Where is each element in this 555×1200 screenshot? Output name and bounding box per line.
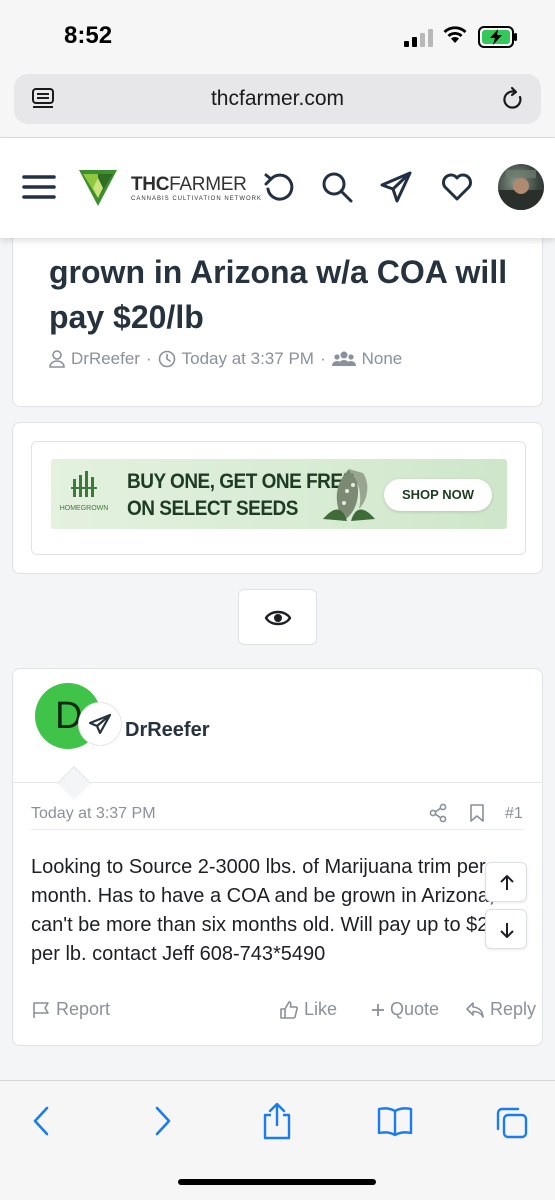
user-avatar[interactable] [498, 164, 544, 210]
meta-separator: · [319, 349, 326, 368]
user-icon [49, 350, 65, 368]
quote-button[interactable]: Quote [371, 999, 439, 1020]
home-indicator [178, 1179, 376, 1185]
cannabis-bud-image [323, 469, 375, 521]
bookmark-icon[interactable] [469, 803, 485, 823]
ad-brand: HOMEGROWN [59, 505, 109, 512]
whats-new-icon[interactable] [262, 170, 296, 204]
ad-card: HOMEGROWN BUY ONE, GET ONE FREE ON SELEC… [12, 422, 543, 574]
thread-date[interactable]: Today at 3:37 PM [182, 349, 314, 369]
wifi-icon [443, 26, 467, 43]
avatar-letter: D [55, 695, 83, 737]
post-body: Looking to Source 2-3000 lbs. of Marijua… [31, 856, 500, 965]
browser-address-area: thcfarmer.com [0, 60, 555, 138]
scroll-up-button[interactable] [485, 862, 527, 902]
post-card: D DrReefer Today at 3:37 PM #1 Looking t… [12, 668, 543, 1046]
reload-icon[interactable] [499, 85, 527, 113]
like-label: Like [304, 999, 338, 1019]
thread-title: grown in Arizona w/a COA will pay $20/lb [49, 254, 508, 335]
post-divider [31, 829, 524, 830]
flag-icon [33, 1001, 49, 1018]
toggle-view-button[interactable] [238, 589, 317, 645]
post-actions: Report Like Quote Reply [31, 999, 536, 1029]
bookmarks-book-icon[interactable] [376, 1105, 414, 1137]
share-sheet-icon[interactable] [260, 1101, 294, 1141]
search-icon[interactable] [320, 170, 354, 204]
homegrown-logo-icon [71, 471, 97, 497]
url-text[interactable]: thcfarmer.com [14, 87, 541, 111]
logo-tagline: CANNABIS CULTIVATION NETWORK [131, 196, 263, 202]
logo-wordmark[interactable]: THCFARMER [131, 174, 247, 196]
quote-label: Quote [390, 999, 440, 1019]
scroll-down-button[interactable] [485, 909, 527, 949]
eye-icon [264, 610, 292, 626]
thread-author[interactable]: DrReefer [71, 349, 140, 369]
like-button[interactable]: Like [279, 999, 337, 1020]
arrow-down-icon [500, 923, 514, 938]
shop-now-button[interactable]: SHOP NOW [384, 479, 492, 511]
report-button[interactable]: Report [31, 999, 110, 1020]
plus-icon [372, 1003, 384, 1016]
avatar-badge [79, 703, 121, 745]
post-date[interactable]: Today at 3:37 PM [31, 805, 156, 823]
thcfarmer-logo-icon[interactable] [79, 168, 117, 208]
reply-button[interactable]: Reply [465, 999, 536, 1020]
arrow-up-icon [500, 875, 514, 890]
cellular-signal-icon [404, 29, 433, 47]
ad-banner[interactable]: HOMEGROWN BUY ONE, GET ONE FREE ON SELEC… [51, 459, 507, 529]
menu-icon[interactable] [22, 173, 56, 201]
post-user-header: D DrReefer [13, 669, 542, 783]
back-icon[interactable] [30, 1105, 54, 1137]
reply-label: Reply [490, 999, 537, 1019]
clock-icon [158, 350, 175, 368]
address-bar[interactable]: thcfarmer.com [14, 74, 541, 124]
thumbs-up-icon [280, 1000, 298, 1019]
share-icon[interactable] [429, 803, 447, 823]
paper-plane-icon [88, 713, 112, 735]
alerts-heart-icon[interactable] [440, 170, 474, 204]
thread-participants: None [361, 349, 403, 368]
report-label: Report [56, 999, 111, 1019]
post-author[interactable]: DrReefer [125, 719, 209, 742]
status-time: 8:52 [64, 22, 113, 49]
participants-icon [331, 351, 356, 366]
thread-meta: DrReefer · Today at 3:37 PM · None [49, 349, 402, 369]
reply-icon [466, 1001, 484, 1018]
ad-frame: HOMEGROWN BUY ONE, GET ONE FREE ON SELEC… [31, 441, 526, 555]
conversations-icon[interactable] [379, 170, 413, 204]
meta-separator: · [145, 349, 152, 368]
tabs-icon[interactable] [494, 1105, 530, 1141]
battery-charging-icon [478, 26, 517, 48]
forward-icon[interactable] [150, 1105, 174, 1137]
post-number[interactable]: #1 [505, 805, 523, 823]
site-header: THCFARMER CANNABIS CULTIVATION NETWORK [0, 138, 555, 238]
